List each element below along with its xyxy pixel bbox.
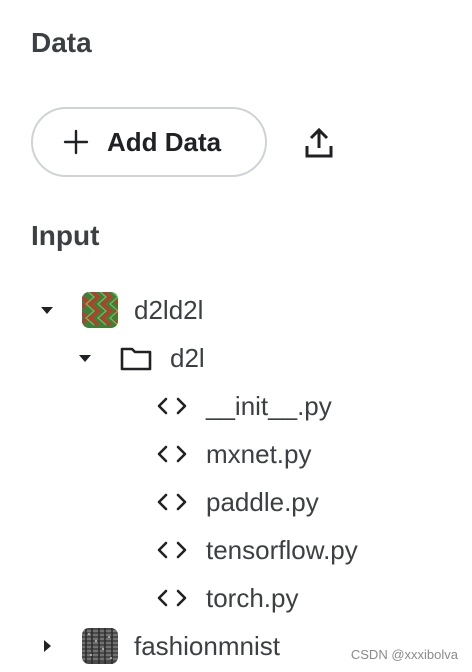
code-icon [157, 397, 187, 415]
folder-icon [120, 347, 152, 371]
dataset-name: d2ld2l [134, 295, 204, 325]
input-file-tree: d2ld2l d2l __init__.py mxnet.py paddle.p… [0, 0, 472, 672]
tree-item-folder-d2l[interactable]: d2l [0, 338, 300, 378]
tree-item-file[interactable]: mxnet.py [0, 434, 320, 474]
code-icon [157, 493, 187, 511]
code-icon [157, 445, 187, 463]
tree-item-file[interactable]: tensorflow.py [0, 530, 360, 570]
tree-item-dataset-d2ld2l[interactable]: d2ld2l [0, 290, 300, 330]
tree-item-dataset-fashionmnist[interactable]: fashionmnist [0, 626, 320, 666]
chevron-right-icon[interactable] [37, 636, 57, 656]
dataset-thumbnail-zigzag [82, 292, 118, 328]
file-name: mxnet.py [206, 439, 312, 469]
code-icon [157, 589, 187, 607]
file-name: torch.py [206, 583, 299, 613]
chevron-down-icon[interactable] [75, 348, 95, 368]
watermark-text: CSDN @xxxibolva [350, 647, 458, 662]
dataset-thumbnail-texture [82, 628, 118, 664]
file-name: paddle.py [206, 487, 319, 517]
tree-item-file[interactable]: __init__.py [0, 386, 332, 426]
dataset-name: fashionmnist [134, 631, 280, 661]
file-name: tensorflow.py [206, 535, 358, 565]
file-name: __init__.py [206, 391, 332, 421]
chevron-down-icon[interactable] [37, 300, 57, 320]
tree-item-file[interactable]: paddle.py [0, 482, 320, 522]
code-icon [157, 541, 187, 559]
folder-name: d2l [170, 343, 205, 373]
tree-item-file[interactable]: torch.py [0, 578, 320, 618]
